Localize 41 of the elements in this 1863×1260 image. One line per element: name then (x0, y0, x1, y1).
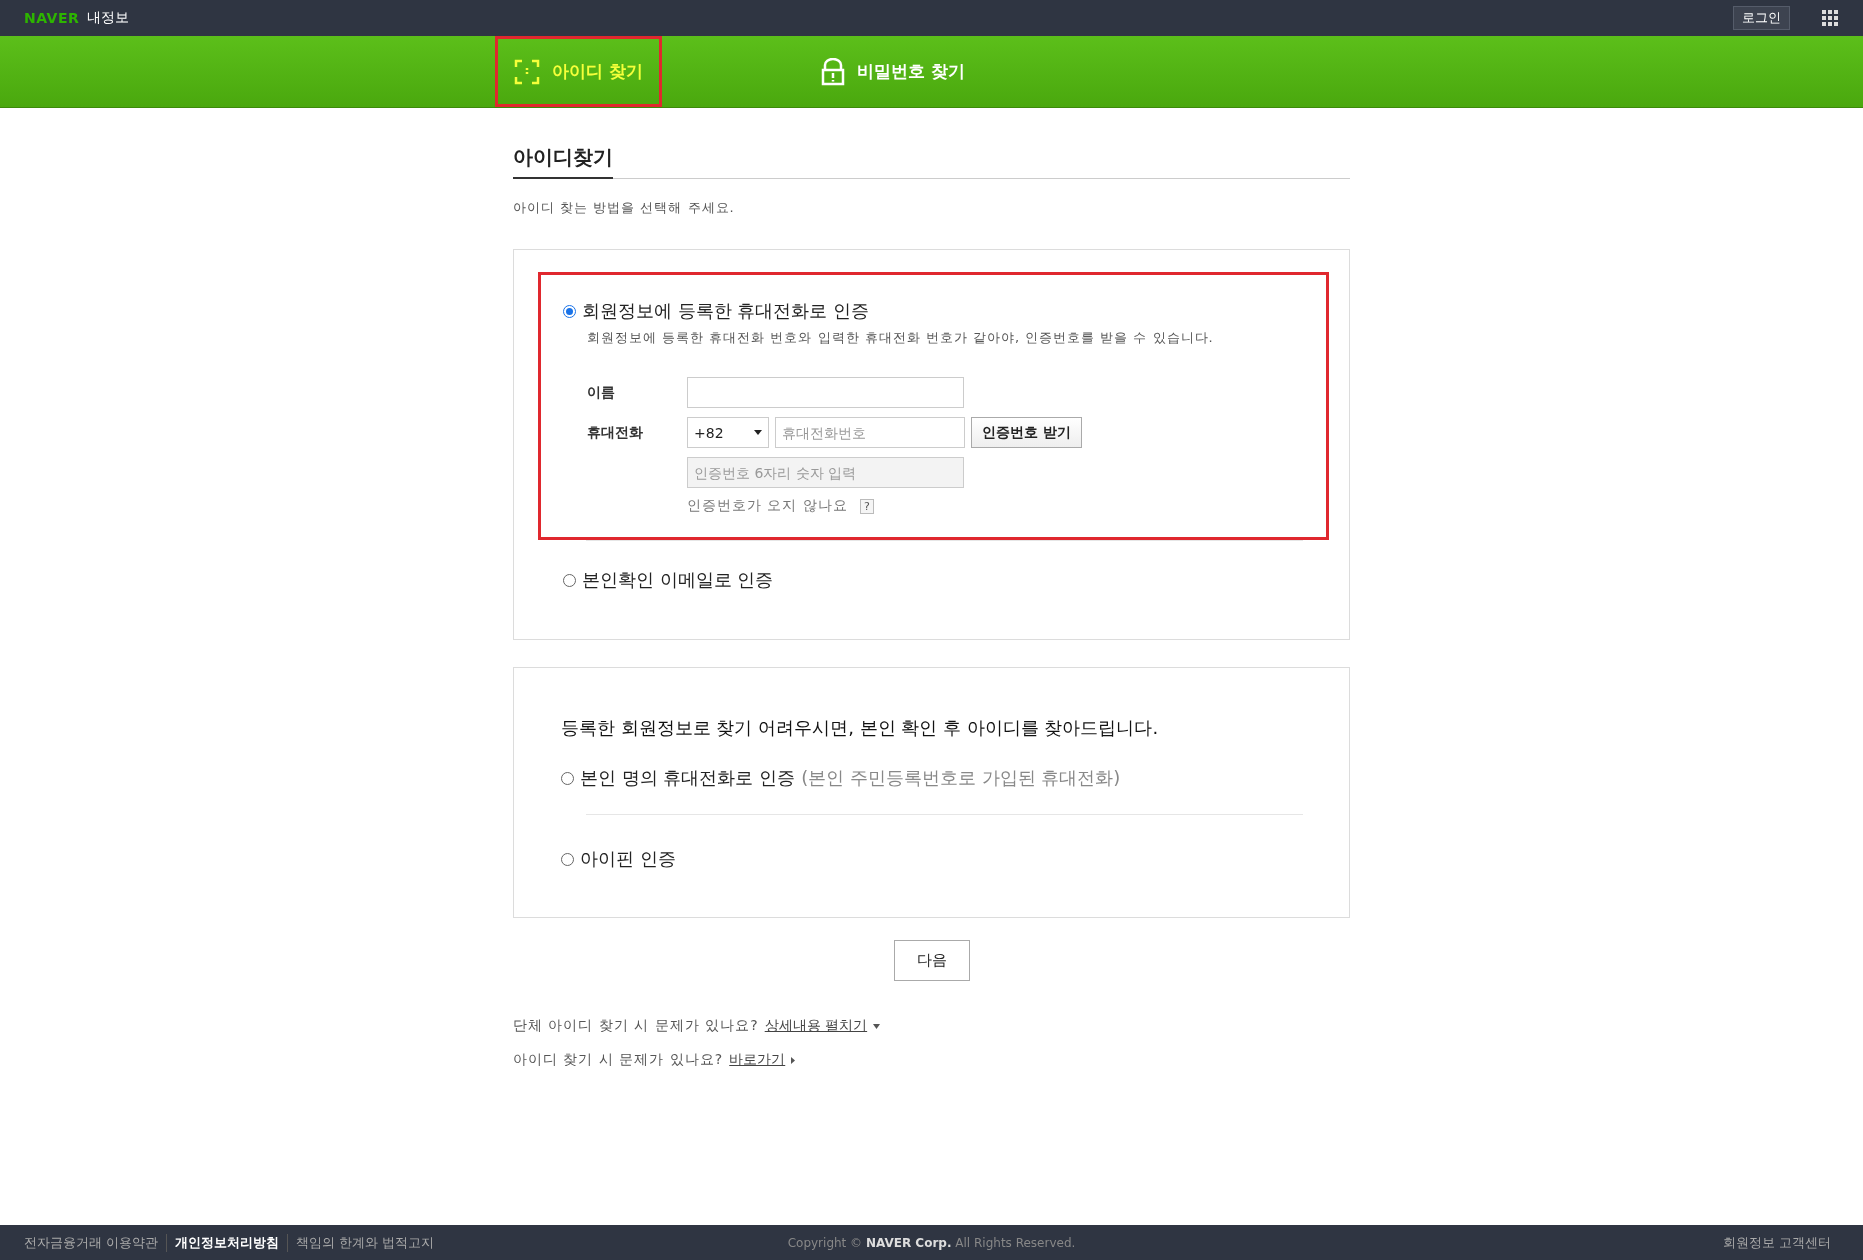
service-name: 내정보 (87, 9, 130, 27)
option-label[interactable]: 회원정보에 등록한 휴대전화로 인증 (582, 299, 870, 323)
dropdown-arrow-icon (754, 430, 762, 435)
code-field[interactable]: 인증번호 6자리 숫자 입력 (687, 457, 964, 488)
footer-link[interactable]: 전자금융거래 이용약관 (24, 1233, 167, 1252)
footer-link[interactable]: 회원정보 고객센터 (1722, 1233, 1839, 1252)
option-label[interactable]: 본인확인 이메일로 인증 (582, 568, 774, 592)
radio-button[interactable] (561, 852, 574, 866)
option-description: 회원정보에 등록한 휴대전화 번호와 입력한 휴대전화 번호가 같아야, 인증번호를 받을 수 있습니다. (587, 329, 1215, 347)
option-note: (본인 주민등록번호로 가입된 휴대전화) (801, 766, 1121, 790)
radio-button[interactable] (561, 771, 574, 785)
send-code-button[interactable]: 인증번호 받기 (971, 417, 1082, 448)
help-link[interactable]: 바로가기 (729, 1051, 786, 1069)
radio-button[interactable] (563, 304, 576, 318)
footer-link[interactable]: 개인정보처리방침 (166, 1233, 288, 1252)
copyright-text: Copyright © NAVER Corp. All Rights Reserved. (787, 1235, 1076, 1250)
name-label: 이름 (587, 383, 616, 402)
phone-label: 휴대전화 (587, 423, 644, 442)
alert-lock-icon (820, 57, 845, 86)
app-grid-icon[interactable] (1822, 9, 1839, 27)
next-button[interactable]: 다음 (893, 940, 970, 981)
phone-field[interactable]: 휴대전화번호 (775, 417, 965, 448)
logo: NAVER (24, 10, 80, 26)
dashed-frame-icon (514, 58, 540, 85)
caret-right-icon (791, 1056, 796, 1064)
help-text: 단체 아이디 찾기 시 문제가 있나요? (513, 1017, 759, 1035)
help-button[interactable]: ? (859, 498, 874, 514)
help-text: 아이디 찾기 시 문제가 있나요? (513, 1051, 724, 1069)
section-heading: 등록한 회원정보로 찾기 어려우시면, 본인 확인 후 아이디를 찾아드립니다. (561, 716, 1160, 740)
footer-link[interactable]: 책임의 한계와 법적고지 (287, 1233, 443, 1252)
option-label[interactable]: 아이핀 인증 (580, 847, 676, 871)
radio-button[interactable] (563, 573, 576, 587)
option-label[interactable]: 본인 명의 휴대전화로 인증 (580, 766, 796, 790)
country-code-select[interactable]: +82 (687, 417, 769, 448)
help-link[interactable]: 상세내용 펼치기 (764, 1017, 868, 1035)
caret-down-icon (873, 1023, 881, 1029)
instruction-text: 아이디 찾는 방법을 선택해 주세요. (513, 199, 736, 217)
page-title: 아이디찾기 (513, 144, 613, 179)
name-field[interactable] (687, 377, 964, 408)
login-button[interactable]: 로그인 (1733, 6, 1790, 30)
help-text: 인증번호가 오지 않나요 (687, 497, 848, 515)
